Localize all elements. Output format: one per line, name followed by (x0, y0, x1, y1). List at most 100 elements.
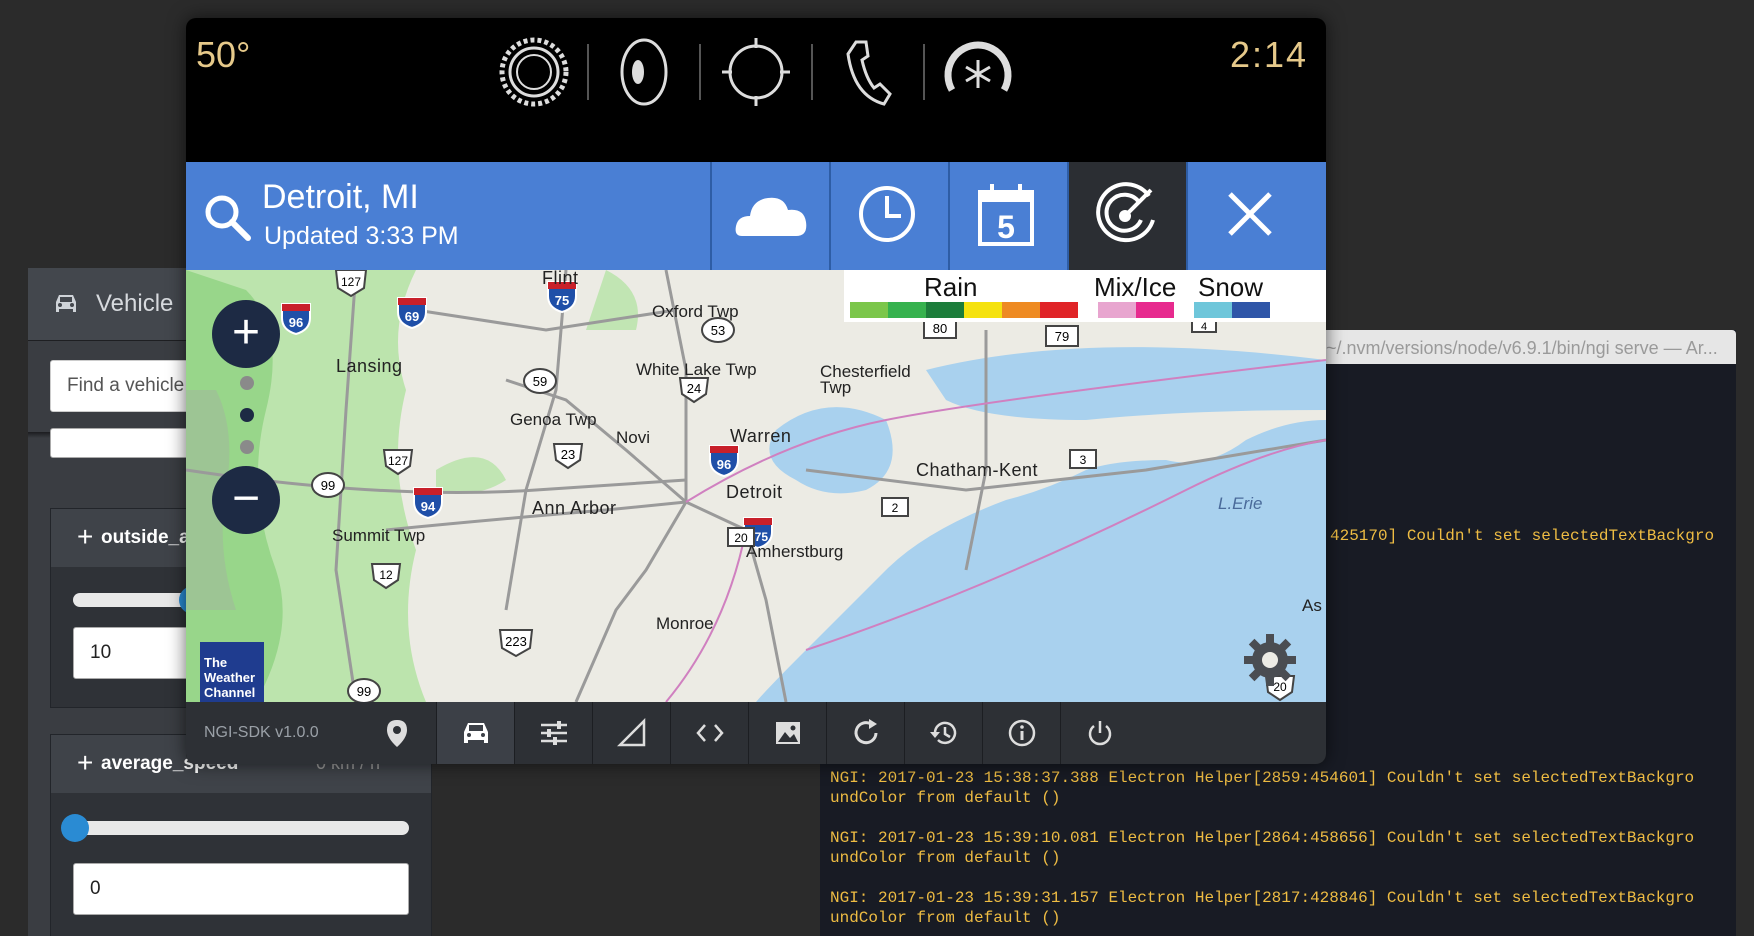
zoom-out-button[interactable]: − (212, 466, 280, 534)
svg-text:2: 2 (892, 501, 899, 515)
svg-text:94: 94 (421, 499, 436, 514)
vehicle-button[interactable] (436, 702, 514, 764)
car-icon (56, 295, 76, 312)
interstate-shield: 69 (397, 297, 427, 330)
svg-text:75: 75 (555, 293, 569, 308)
weather-header: Detroit, MI Updated 3:33 PM 5 (186, 162, 1326, 270)
legend-mix-label: Mix/Ice (1094, 272, 1177, 302)
separator (587, 44, 589, 100)
place-label: Chatham-Kent (916, 460, 1039, 480)
history-button[interactable] (904, 702, 982, 764)
tab-current-conditions[interactable] (710, 162, 829, 270)
history-icon (930, 721, 957, 745)
cloud-icon (735, 197, 807, 236)
signal-button[interactable] (592, 702, 670, 764)
navigation-icon[interactable] (716, 32, 796, 112)
code-button[interactable] (670, 702, 748, 764)
legend-swatch (964, 302, 1002, 318)
power-icon (1088, 721, 1112, 746)
place-label: Warren (730, 426, 792, 446)
phone-icon[interactable] (828, 32, 908, 112)
radar-legend: Rain Mix/Ice Snow (844, 270, 1326, 322)
separator (811, 44, 813, 100)
image-icon (776, 722, 800, 744)
audio-icon[interactable] (604, 32, 684, 112)
route-shield: 99 (347, 678, 381, 702)
svg-text:59: 59 (533, 374, 547, 389)
info-icon (1008, 719, 1036, 747)
image-button[interactable] (748, 702, 826, 764)
expand-icon[interactable]: + (77, 749, 93, 777)
ngi-head-unit-window: 50° 2:14 Detroit, MI Updated 3:33 PM 5 1… (186, 18, 1326, 764)
clock-icon (859, 186, 915, 242)
sliders-icon (541, 721, 567, 745)
route-shield: 99 (311, 472, 345, 498)
zoom-level-dot[interactable] (240, 440, 254, 454)
expand-icon[interactable]: + (77, 523, 93, 551)
svg-text:99: 99 (321, 478, 335, 493)
info-button[interactable] (982, 702, 1060, 764)
zoom-level-dot-active[interactable] (240, 408, 254, 422)
place-label: Summit Twp (332, 526, 426, 545)
svg-text:96: 96 (289, 315, 303, 330)
terminal-line: 425170] Couldn't set selectedTextBackgro (1330, 527, 1715, 545)
zoom-in-button[interactable]: + (212, 300, 280, 368)
interstate-shield: 96 (709, 445, 739, 478)
legend-swatch (850, 302, 888, 318)
place-label: Monroe (656, 614, 714, 633)
sliders-button[interactable] (514, 702, 592, 764)
average-speed-slider[interactable] (73, 821, 409, 835)
terminal-line: undColor from default () (830, 789, 1061, 807)
interstate-shield: 94 (413, 487, 443, 520)
average-speed-slider-handle[interactable] (61, 814, 89, 842)
location-name[interactable]: Detroit, MI (262, 178, 419, 217)
svg-text:127: 127 (388, 454, 408, 468)
refresh-icon (854, 719, 878, 745)
terminal-line: undColor from default () (830, 909, 1061, 927)
separator (923, 44, 925, 100)
svg-text:24: 24 (687, 381, 701, 396)
terminal-line: NGI: 2017-01-23 15:39:10.081 Electron He… (830, 829, 1695, 847)
place-label: Genoa Twp (510, 410, 597, 429)
route-shield: 223 (498, 629, 534, 658)
climate-icon[interactable] (938, 32, 1018, 112)
average-speed-value-field[interactable]: 0 (73, 863, 409, 915)
place-label: Amherstburg (746, 542, 844, 561)
route-shield: 3 (1069, 449, 1097, 469)
legend-swatch (1002, 302, 1040, 318)
route-shield: 23 (552, 443, 584, 470)
place-label: Oxford Twp (652, 302, 739, 321)
svg-text:80: 80 (933, 321, 947, 336)
updated-time: Updated 3:33 PM (264, 222, 459, 250)
route-shield: 127 (334, 270, 368, 298)
place-label: Lansing (336, 356, 403, 376)
radar-map[interactable]: 127 69 75 96 275 53 80 79 4 59 24 23 96 … (186, 270, 1326, 702)
legend-rain-label: Rain (924, 272, 978, 302)
svg-text:127: 127 (341, 275, 361, 289)
power-button[interactable] (1060, 702, 1138, 764)
tab-5-day[interactable]: 5 (948, 162, 1067, 270)
svg-text:5: 5 (997, 209, 1015, 245)
search-icon[interactable] (202, 192, 254, 244)
tab-hourly[interactable] (829, 162, 948, 270)
terminal-line: undColor from default () (830, 849, 1061, 867)
vehicle-icon (464, 723, 488, 743)
weather-channel-logo: The Weather Channel (200, 642, 264, 702)
location-button[interactable] (358, 702, 436, 764)
legend-swatch (1136, 302, 1174, 318)
tab-radar[interactable] (1067, 162, 1186, 270)
interstate-shield: 96 (281, 303, 311, 336)
svg-text:69: 69 (405, 309, 419, 324)
map-settings-icon[interactable] (1242, 632, 1298, 688)
route-shield: 2 (881, 497, 909, 517)
legend-swatch (1194, 302, 1232, 318)
place-label: Ann Arbor (532, 498, 617, 518)
refresh-button[interactable] (826, 702, 904, 764)
location-icon (387, 720, 407, 747)
svg-text:79: 79 (1055, 329, 1069, 344)
zoom-level-dot[interactable] (240, 376, 254, 390)
place-label: Novi (616, 428, 651, 447)
close-weather-button[interactable] (1186, 162, 1326, 270)
vehicle-panel-title: Vehicle (96, 290, 174, 317)
settings-icon[interactable] (494, 32, 574, 112)
